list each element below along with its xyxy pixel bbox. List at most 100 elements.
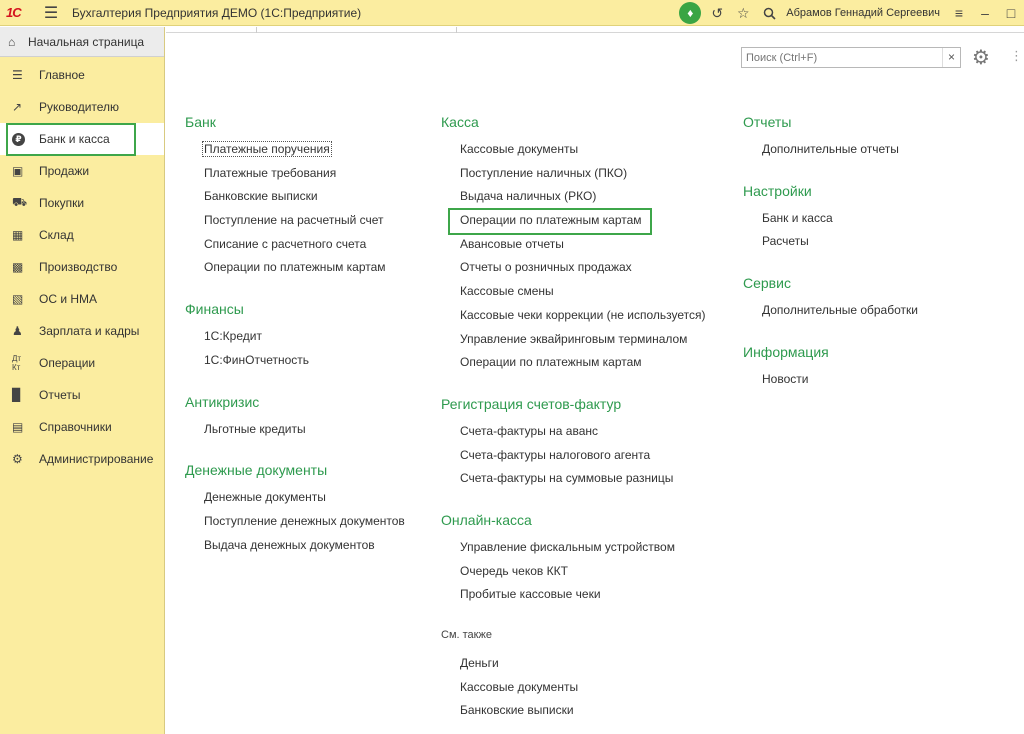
maximize-icon[interactable]: □ <box>998 0 1024 26</box>
app-logo: 1С <box>6 5 22 20</box>
nav-link[interactable]: Расчеты <box>743 230 918 254</box>
nav-link[interactable]: Поступление на расчетный счет <box>185 209 405 233</box>
group-invoices: Регистрация счетов-фактур Счета-фактуры н… <box>441 393 706 491</box>
nav-link-label: Операции по платежным картам <box>460 355 642 370</box>
more-options-icon[interactable]: ⋮ <box>1010 48 1023 64</box>
nav-link-label: Выдача денежных документов <box>204 537 375 552</box>
sidebar-item[interactable]: Дт Кт Операции <box>0 347 164 379</box>
nav-link[interactable]: Кассовые чеки коррекции (не используется… <box>441 304 706 328</box>
group-title: Регистрация счетов-фактур <box>441 395 622 412</box>
notification-bell-icon[interactable]: ♦ <box>679 2 702 24</box>
nav-link[interactable]: Деньги <box>441 652 706 676</box>
main-menu-icon[interactable]: ☰ <box>40 3 62 23</box>
nav-link[interactable]: Отчеты о розничных продажах <box>441 256 706 280</box>
nav-link-label: Новости <box>762 371 809 386</box>
factory-icon: ▩ <box>12 260 24 274</box>
nav-link[interactable]: Платежные поручения <box>185 138 405 162</box>
title-bar-tools: ♦ ↺ ☆ Абрамов Геннадий Сергеевич ≡ – □ <box>676 0 1024 26</box>
nav-link[interactable]: Счета-фактуры на аванс <box>441 420 706 444</box>
person-icon: ♟ <box>12 324 23 338</box>
nav-link-label: Пробитые кассовые чеки <box>460 587 601 602</box>
nav-link[interactable]: Новости <box>743 368 918 392</box>
sidebar-item[interactable]: ₽ Банк и касса <box>0 123 164 156</box>
ruble-circle-icon: ₽ <box>12 132 39 146</box>
nav-link-label: Счета-фактуры налогового агента <box>460 447 651 462</box>
nav-link[interactable]: Льготные кредиты <box>185 418 405 442</box>
search-input[interactable] <box>742 48 942 67</box>
nav-link[interactable]: Поступление наличных (ПКО) <box>441 162 706 186</box>
nav-link[interactable]: Списание с расчетного счета <box>185 233 405 257</box>
group-title: Банк <box>185 114 216 130</box>
nav-link[interactable]: Операции по платежным картам <box>441 209 706 233</box>
nav-link[interactable]: Операции по платежным картам <box>185 256 405 280</box>
sidebar-item[interactable]: ⚙ Администрирование <box>0 443 164 475</box>
nav-link[interactable]: Платежные требования <box>185 162 405 186</box>
group-settings: Настройки Банк и касса Расчеты <box>743 180 918 254</box>
group-title: Настройки <box>743 182 812 199</box>
nav-link-label: Счета-фактуры на аванс <box>460 423 598 438</box>
group-title: Информация <box>743 343 829 360</box>
nav-link[interactable]: Очередь чеков ККТ <box>441 560 706 584</box>
settings-menu-icon[interactable]: ≡ <box>946 0 972 26</box>
sidebar-item[interactable]: ♟ Зарплата и кадры <box>0 315 164 347</box>
sidebar-item[interactable]: ▉ Отчеты <box>0 379 164 411</box>
nav-link[interactable]: Кассовые документы <box>441 676 706 700</box>
nav-link[interactable]: Дополнительные отчеты <box>743 138 918 162</box>
nav-link[interactable]: Банковские выписки <box>185 185 405 209</box>
history-icon[interactable]: ↺ <box>704 0 730 26</box>
nav-link[interactable]: Счета-фактуры налогового агента <box>441 444 706 468</box>
sidebar-item-label: Склад <box>39 228 74 242</box>
group-reports: Отчеты Дополнительные отчеты <box>743 111 918 162</box>
nav-link[interactable]: 1С:Кредит <box>185 325 405 349</box>
nav-link-label: 1С:Кредит <box>204 329 262 344</box>
sidebar-item-label: Зарплата и кадры <box>39 324 140 338</box>
group-title: Касса <box>441 114 479 130</box>
nav-link[interactable]: Поступление денежных документов <box>185 510 405 534</box>
nav-link-label: Авансовые отчеты <box>460 236 564 251</box>
group-title: Отчеты <box>743 114 792 130</box>
sidebar-item[interactable]: ↗ Руководителю <box>0 91 164 123</box>
sidebar-item[interactable]: ▦ Склад <box>0 219 164 251</box>
nav-link-label: Кассовые чеки коррекции (не используется… <box>460 307 706 322</box>
trend-chart-icon: ↗ <box>12 100 23 114</box>
search-icon[interactable] <box>756 0 782 26</box>
debit-credit-icon: Дт Кт <box>12 354 22 372</box>
shopping-cart-icon: ⛟ <box>12 195 28 209</box>
nav-link[interactable]: Кассовые смены <box>441 280 706 304</box>
sidebar-item[interactable]: ▩ Производство <box>0 251 164 283</box>
sections-list: ☰ Главное ↗ Руководителю ₽ Банк и касса ▣ Прода… <box>0 57 164 475</box>
favorites-star-icon[interactable]: ☆ <box>730 0 756 26</box>
nav-link[interactable]: Банковские выписки <box>441 699 706 723</box>
nav-link[interactable]: Кассовые документы <box>441 138 706 162</box>
nav-link[interactable]: Авансовые отчеты <box>441 233 706 257</box>
sidebar-item-label: Справочники <box>39 420 112 434</box>
minimize-icon[interactable]: – <box>972 0 998 26</box>
column-2: Касса Кассовые документы Поступление налич… <box>441 111 706 734</box>
sidebar-item[interactable]: ▣ Продажи <box>0 155 164 187</box>
grid-icon: ▦ <box>12 228 24 242</box>
nav-link[interactable]: Банк и касса <box>743 207 918 231</box>
group-money-docs: Денежные документы Денежные документы Пост… <box>185 459 405 557</box>
sidebar-item[interactable]: ☰ Главное <box>0 59 164 91</box>
nav-link[interactable]: 1С:ФинОтчетность <box>185 349 405 373</box>
panel-settings-gear-icon[interactable]: ⚙ <box>972 45 990 70</box>
nav-link-label: Управление эквайринговым терминалом <box>460 331 688 346</box>
group-title: Онлайн-касса <box>441 511 532 528</box>
clear-search-icon[interactable]: × <box>942 48 960 67</box>
nav-link[interactable]: Выдача денежных документов <box>185 534 405 558</box>
sidebar-item[interactable]: ▤ Справочники <box>0 411 164 443</box>
nav-link[interactable]: Пробитые кассовые чеки <box>441 583 706 607</box>
home-page-item[interactable]: ⌂ Начальная страница <box>0 27 164 57</box>
user-name[interactable]: Абрамов Геннадий Сергеевич <box>786 7 940 19</box>
nav-link[interactable]: Управление эквайринговым терминалом <box>441 328 706 352</box>
nav-link[interactable]: Дополнительные обработки <box>743 299 918 323</box>
nav-link[interactable]: Управление фискальным устройством <box>441 536 706 560</box>
nav-link[interactable]: Выдача наличных (РКО) <box>441 185 706 209</box>
sidebar-item[interactable]: ▧ ОС и НМА <box>0 283 164 315</box>
nav-link[interactable]: Счета-фактуры на суммовые разницы <box>441 467 706 491</box>
nav-link[interactable]: Операции по платежным картам <box>441 351 706 375</box>
nav-link[interactable]: Денежные документы <box>185 486 405 510</box>
column-3: Отчеты Дополнительные отчеты Настройки Банк… <box>743 111 918 409</box>
home-icon: ⌂ <box>8 34 16 49</box>
sidebar-item[interactable]: ⛟ Покупки <box>0 187 164 219</box>
